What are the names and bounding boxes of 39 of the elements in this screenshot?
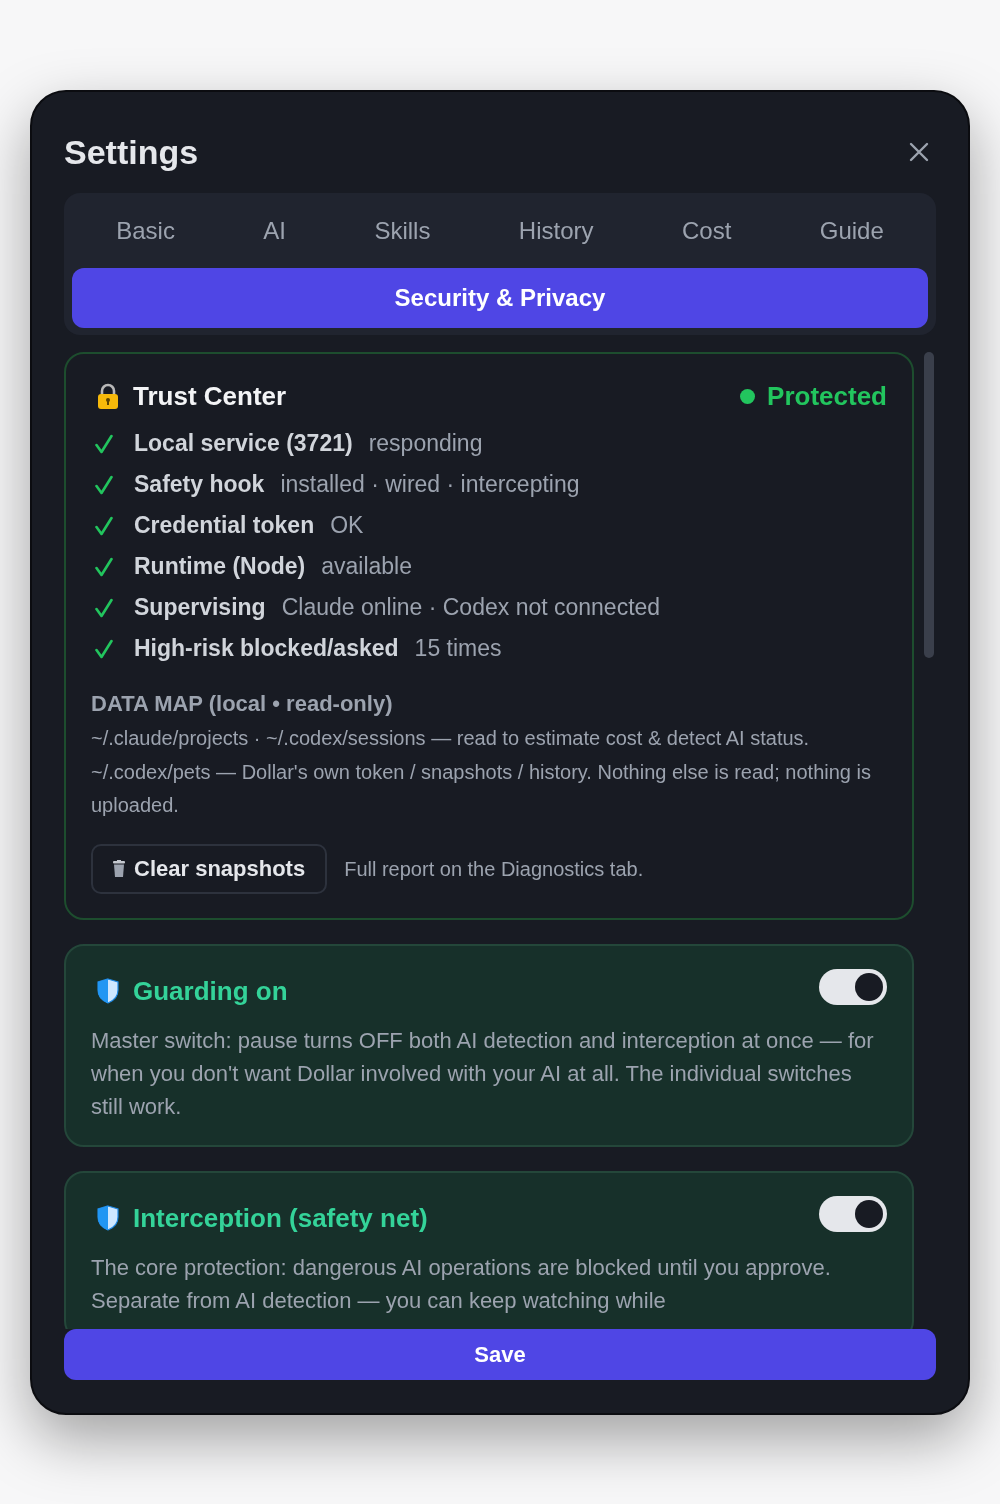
check-value: available bbox=[321, 552, 412, 582]
card-title: Trust Center bbox=[133, 380, 287, 412]
toggle-switch[interactable] bbox=[819, 1195, 887, 1232]
data-map-text: ~/.claude/projects · ~/.codex/sessions — read to estimate cost & detect AI status. ~/.codex/pets — Dollar's own token / snapshots / history. Nothing else is read; nothing is uploaded. bbox=[91, 726, 872, 818]
tab[interactable]: Security & Privacy bbox=[72, 268, 928, 328]
check-label: Credential token bbox=[134, 511, 315, 541]
tab[interactable]: Cost bbox=[637, 201, 776, 261]
toggle-switch[interactable] bbox=[819, 968, 887, 1005]
check-value: Claude online · Codex not connected bbox=[281, 593, 661, 623]
tab[interactable]: Basic bbox=[72, 201, 220, 261]
padlock-icon bbox=[97, 383, 119, 409]
tab[interactable]: Guide bbox=[775, 201, 928, 261]
setting-title: Interception (safety net) bbox=[133, 1201, 428, 1234]
window-title: Settings bbox=[64, 132, 199, 172]
trash-icon bbox=[113, 860, 125, 877]
check-label: Safety hook bbox=[134, 470, 265, 500]
check-value: 15 times bbox=[414, 634, 502, 664]
check-value: OK bbox=[330, 511, 364, 541]
setting-description: The core protection: dangerous AI operations are blocked until you approve. Separate from AI detection — you can keep watching while bbox=[91, 1253, 832, 1315]
shield-icon bbox=[97, 1204, 119, 1231]
check-label: Local service (3721) bbox=[134, 429, 353, 459]
tab[interactable]: History bbox=[474, 201, 638, 261]
tab[interactable]: Skills bbox=[330, 201, 475, 261]
close-icon bbox=[909, 142, 929, 162]
section-heading: DATA MAP (local • read-only) bbox=[91, 690, 394, 718]
check-label: Supervising bbox=[134, 593, 266, 623]
check-label: High-risk blocked/asked bbox=[134, 634, 399, 664]
note-text: Full report on the Diagnostics tab. bbox=[344, 856, 644, 882]
scrollbar-thumb[interactable] bbox=[924, 352, 934, 658]
shield-icon bbox=[97, 977, 119, 1004]
tab[interactable]: AI bbox=[219, 201, 331, 261]
status-label: Protected bbox=[767, 380, 887, 412]
setting-title: Guarding on bbox=[133, 974, 288, 1007]
save-button[interactable]: Save bbox=[64, 1329, 936, 1380]
setting-description: Master switch: pause turns OFF both AI detection and interception at once — for when you don't want Dollar involved with your AI at all. The individual switches still work. bbox=[91, 1026, 875, 1121]
check-label: Runtime (Node) bbox=[134, 552, 306, 582]
check-value: installed · wired · intercepting bbox=[280, 470, 580, 500]
clear-snapshots-button[interactable]: Clear snapshots bbox=[91, 843, 328, 894]
check-value: responding bbox=[368, 429, 483, 459]
